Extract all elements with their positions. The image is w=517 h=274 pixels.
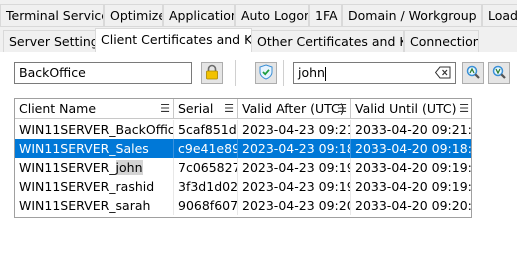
search-match-highlight: john [115, 160, 143, 175]
tab-domain-workgroup[interactable]: Domain / Workgroup [342, 4, 482, 26]
cell-client-name: WIN11SERVER_john [15, 158, 174, 177]
tab-terminal-services[interactable]: Terminal Services [0, 4, 104, 26]
cell-serial: 9068f607c7 [174, 196, 238, 215]
cell-valid-after: 2023-04-23 09:18:56 [238, 139, 351, 158]
search-input[interactable]: john [293, 62, 456, 84]
tab-application[interactable]: Application [163, 4, 235, 26]
search-prev-icon [491, 64, 507, 83]
table-header: Client Name ☰ Serial ☰ Valid After (UTC)… [15, 99, 471, 119]
top-tab-divider [0, 26, 517, 27]
cell-valid-after: 2023-04-23 09:20:02 [238, 196, 351, 215]
column-menu-icon[interactable]: ☰ [224, 101, 234, 117]
cell-serial: c9e41e8964 [174, 139, 238, 158]
sub-tab-strip: Server Settings Client Certificates and … [0, 28, 517, 54]
column-header-valid-after[interactable]: Valid After (UTC) ☰ [238, 99, 351, 119]
cell-serial: 7c065827c1 [174, 158, 238, 177]
certificate-button[interactable] [255, 62, 277, 84]
cell-serial: 5caf851d5a [174, 120, 238, 139]
column-header-valid-until[interactable]: Valid Until (UTC) ☰ [351, 99, 471, 119]
cell-valid-after: 2023-04-23 09:19:47 [238, 158, 351, 177]
clear-icon[interactable] [434, 66, 451, 83]
tab-client-certificates-and-keys[interactable]: Client Certificates and Keys [95, 28, 252, 53]
toolbar-separator [235, 60, 236, 86]
toolbar-separator [283, 60, 284, 86]
tab-connections[interactable]: Connections [404, 30, 479, 52]
tab-server-settings[interactable]: Server Settings [3, 30, 96, 52]
cell-valid-until: 2033-04-20 09:21:26 [351, 120, 471, 139]
column-menu-icon[interactable]: ☰ [337, 101, 347, 117]
cell-valid-until: 2033-04-20 09:18:56 [351, 139, 471, 158]
cell-client-name: WIN11SERVER_rashid [15, 177, 174, 196]
cell-serial: 3f3d1d020b [174, 177, 238, 196]
table-row[interactable]: WIN11SERVER_BackOffice 5caf851d5a 2023-0… [15, 120, 471, 139]
column-label: Client Name [19, 101, 97, 116]
lock-button[interactable] [201, 62, 223, 84]
table-row[interactable]: WIN11SERVER_sarah 9068f607c7 2023-04-23 … [15, 196, 471, 215]
column-menu-icon[interactable]: ☰ [160, 101, 170, 117]
tab-1fa[interactable]: 1FA [309, 4, 342, 26]
lock-icon [204, 64, 220, 83]
table-row[interactable]: WIN11SERVER_john 7c065827c1 2023-04-23 0… [15, 158, 471, 177]
certificates-table[interactable]: Client Name ☰ Serial ☰ Valid After (UTC)… [14, 98, 472, 218]
certificate-shield-icon [258, 63, 274, 83]
column-label: Serial [178, 101, 214, 116]
column-label: Valid Until (UTC) [355, 101, 457, 116]
text-cursor [324, 66, 326, 81]
column-header-client-name[interactable]: Client Name ☰ [15, 99, 174, 119]
cell-valid-after: 2023-04-23 09:19:52 [238, 177, 351, 196]
cell-valid-after: 2023-04-23 09:21:26 [238, 120, 351, 139]
table-row-selected[interactable]: WIN11SERVER_Sales c9e41e8964 2023-04-23 … [15, 139, 471, 158]
name-prefix: WIN11SERVER_ [19, 160, 116, 175]
tab-auto-logon[interactable]: Auto Logon [235, 4, 309, 26]
search-next-button[interactable] [462, 62, 484, 84]
column-label: Valid After (UTC) [242, 101, 345, 116]
cell-valid-until: 2033-04-20 09:19:52 [351, 177, 471, 196]
cell-valid-until: 2033-04-20 09:19:47 [351, 158, 471, 177]
cell-client-name: WIN11SERVER_BackOffice [15, 120, 174, 139]
tab-load[interactable]: Load [482, 4, 517, 26]
cell-client-name: WIN11SERVER_sarah [15, 196, 174, 215]
cell-client-name: WIN11SERVER_Sales [15, 139, 174, 158]
search-text: john [298, 65, 325, 80]
top-tab-strip: Terminal Services Optimize Application A… [0, 0, 517, 29]
column-header-serial[interactable]: Serial ☰ [174, 99, 238, 119]
table-row[interactable]: WIN11SERVER_rashid 3f3d1d020b 2023-04-23… [15, 177, 471, 196]
column-menu-icon[interactable]: ☰ [459, 101, 469, 117]
cell-valid-until: 2033-04-20 09:20:02 [351, 196, 471, 215]
tab-other-certificates-and-keys[interactable]: Other Certificates and Keys [251, 30, 404, 52]
search-previous-button[interactable] [488, 62, 510, 84]
search-next-icon [465, 64, 481, 83]
client-name-input[interactable]: BackOffice [14, 62, 192, 84]
tab-optimize[interactable]: Optimize [104, 4, 163, 26]
